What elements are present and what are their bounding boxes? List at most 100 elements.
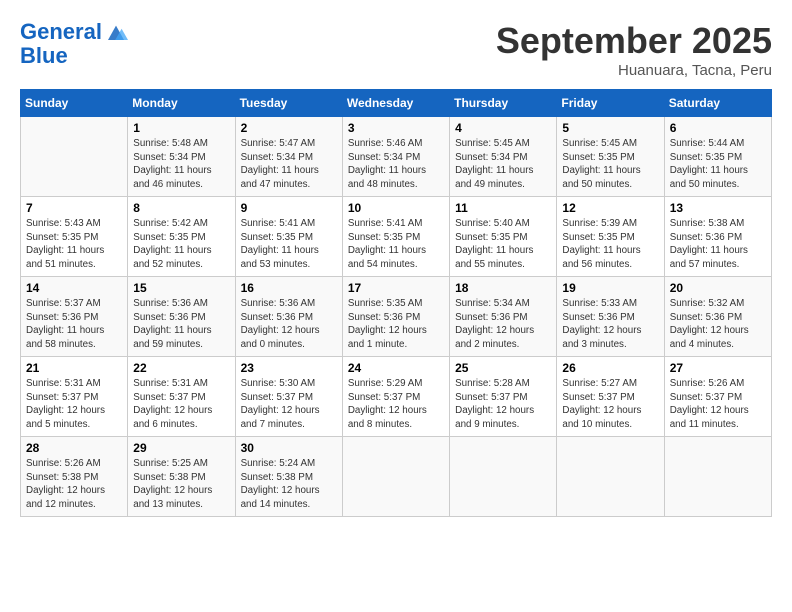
title-block: September 2025 Huanuara, Tacna, Peru	[496, 20, 772, 79]
day-number: 30	[241, 441, 337, 455]
day-info: Sunrise: 5:36 AMSunset: 5:36 PMDaylight:…	[241, 297, 337, 352]
day-number: 28	[26, 441, 122, 455]
calendar-cell: 28 Sunrise: 5:26 AMSunset: 5:38 PMDayligh…	[21, 437, 128, 517]
days-of-week-header: SundayMondayTuesdayWednesdayThursdayFrid…	[21, 90, 772, 117]
calendar-cell: 10 Sunrise: 5:41 AMSunset: 5:35 PMDayligh…	[342, 197, 449, 277]
day-info: Sunrise: 5:26 AMSunset: 5:38 PMDaylight:…	[26, 457, 122, 512]
day-info: Sunrise: 5:32 AMSunset: 5:36 PMDaylight:…	[670, 297, 766, 352]
day-number: 25	[455, 361, 551, 375]
day-info: Sunrise: 5:46 AMSunset: 5:34 PMDaylight:…	[348, 137, 444, 192]
day-info: Sunrise: 5:48 AMSunset: 5:34 PMDaylight:…	[133, 137, 229, 192]
day-info: Sunrise: 5:44 AMSunset: 5:35 PMDaylight:…	[670, 137, 766, 192]
logo-blue-text: Blue	[20, 44, 128, 68]
calendar-cell: 27 Sunrise: 5:26 AMSunset: 5:37 PMDayligh…	[664, 357, 771, 437]
calendar-cell: 29Sunrise: 5:25 AMSunset: 5:38 PMDayligh…	[128, 437, 235, 517]
day-number: 1	[133, 121, 229, 135]
calendar-cell: 7 Sunrise: 5:43 AMSunset: 5:35 PMDaylight…	[21, 197, 128, 277]
calendar-cell: 30 Sunrise: 5:24 AMSunset: 5:38 PMDayligh…	[235, 437, 342, 517]
day-info: Sunrise: 5:37 AMSunset: 5:36 PMDaylight:…	[26, 297, 122, 352]
day-info: Sunrise: 5:31 AMSunset: 5:37 PMDaylight:…	[26, 377, 122, 432]
dow-friday: Friday	[557, 90, 664, 117]
day-info: Sunrise: 5:27 AMSunset: 5:37 PMDaylight:…	[562, 377, 658, 432]
day-info: Sunrise: 5:42 AMSunset: 5:35 PMDaylight:…	[133, 217, 229, 272]
calendar-cell: 1 Sunrise: 5:48 AMSunset: 5:34 PMDaylight…	[128, 117, 235, 197]
day-number: 7	[26, 201, 122, 215]
day-number: 3	[348, 121, 444, 135]
day-info: Sunrise: 5:45 AMSunset: 5:34 PMDaylight:…	[455, 137, 551, 192]
calendar-cell: 8 Sunrise: 5:42 AMSunset: 5:35 PMDaylight…	[128, 197, 235, 277]
day-number: 5	[562, 121, 658, 135]
day-number: 8	[133, 201, 229, 215]
day-number: 14	[26, 281, 122, 295]
dow-saturday: Saturday	[664, 90, 771, 117]
day-number: 10	[348, 201, 444, 215]
calendar-cell: 4 Sunrise: 5:45 AMSunset: 5:34 PMDaylight…	[450, 117, 557, 197]
calendar-cell: 11 Sunrise: 5:40 AMSunset: 5:35 PMDayligh…	[450, 197, 557, 277]
day-info: Sunrise: 5:41 AMSunset: 5:35 PMDaylight:…	[348, 217, 444, 272]
calendar-cell: 3 Sunrise: 5:46 AMSunset: 5:34 PMDaylight…	[342, 117, 449, 197]
day-info: Sunrise: 5:28 AMSunset: 5:37 PMDaylight:…	[455, 377, 551, 432]
day-info: Sunrise: 5:38 AMSunset: 5:36 PMDaylight:…	[670, 217, 766, 272]
calendar-cell: 13 Sunrise: 5:38 AMSunset: 5:36 PMDayligh…	[664, 197, 771, 277]
day-info: Sunrise: 5:39 AMSunset: 5:35 PMDaylight:…	[562, 217, 658, 272]
day-info: Sunrise: 5:26 AMSunset: 5:37 PMDaylight:…	[670, 377, 766, 432]
day-number: 19	[562, 281, 658, 295]
day-number: 15	[133, 281, 229, 295]
calendar-cell: 2 Sunrise: 5:47 AMSunset: 5:34 PMDaylight…	[235, 117, 342, 197]
calendar-body: 1 Sunrise: 5:48 AMSunset: 5:34 PMDaylight…	[21, 117, 772, 517]
dow-wednesday: Wednesday	[342, 90, 449, 117]
day-info: Sunrise: 5:43 AMSunset: 5:35 PMDaylight:…	[26, 217, 122, 272]
calendar-cell	[21, 117, 128, 197]
day-info: Sunrise: 5:25 AMSunset: 5:38 PMDaylight:…	[133, 457, 229, 512]
day-number: 16	[241, 281, 337, 295]
calendar-week-4: 21 Sunrise: 5:31 AMSunset: 5:37 PMDayligh…	[21, 357, 772, 437]
day-number: 6	[670, 121, 766, 135]
day-number: 22	[133, 361, 229, 375]
calendar-cell: 25 Sunrise: 5:28 AMSunset: 5:37 PMDayligh…	[450, 357, 557, 437]
day-info: Sunrise: 5:41 AMSunset: 5:35 PMDaylight:…	[241, 217, 337, 272]
day-info: Sunrise: 5:31 AMSunset: 5:37 PMDaylight:…	[133, 377, 229, 432]
calendar-week-3: 14 Sunrise: 5:37 AMSunset: 5:36 PMDayligh…	[21, 277, 772, 357]
location: Huanuara, Tacna, Peru	[496, 62, 772, 79]
calendar-cell	[664, 437, 771, 517]
day-number: 2	[241, 121, 337, 135]
page-header: General Blue September 2025 Huanuara, Ta…	[20, 20, 772, 79]
calendar-cell: 19 Sunrise: 5:33 AMSunset: 5:36 PMDayligh…	[557, 277, 664, 357]
dow-thursday: Thursday	[450, 90, 557, 117]
day-number: 26	[562, 361, 658, 375]
calendar-cell: 26 Sunrise: 5:27 AMSunset: 5:37 PMDayligh…	[557, 357, 664, 437]
calendar-cell: 12Sunrise: 5:39 AMSunset: 5:35 PMDayligh…	[557, 197, 664, 277]
day-info: Sunrise: 5:45 AMSunset: 5:35 PMDaylight:…	[562, 137, 658, 192]
day-number: 23	[241, 361, 337, 375]
calendar-cell: 21 Sunrise: 5:31 AMSunset: 5:37 PMDayligh…	[21, 357, 128, 437]
calendar-cell	[342, 437, 449, 517]
day-number: 13	[670, 201, 766, 215]
day-info: Sunrise: 5:24 AMSunset: 5:38 PMDaylight:…	[241, 457, 337, 512]
calendar-week-2: 7 Sunrise: 5:43 AMSunset: 5:35 PMDaylight…	[21, 197, 772, 277]
day-info: Sunrise: 5:33 AMSunset: 5:36 PMDaylight:…	[562, 297, 658, 352]
day-info: Sunrise: 5:47 AMSunset: 5:34 PMDaylight:…	[241, 137, 337, 192]
calendar-week-5: 28 Sunrise: 5:26 AMSunset: 5:38 PMDayligh…	[21, 437, 772, 517]
day-info: Sunrise: 5:35 AMSunset: 5:36 PMDaylight:…	[348, 297, 444, 352]
calendar-cell: 18Sunrise: 5:34 AMSunset: 5:36 PMDayligh…	[450, 277, 557, 357]
day-number: 20	[670, 281, 766, 295]
day-info: Sunrise: 5:40 AMSunset: 5:35 PMDaylight:…	[455, 217, 551, 272]
calendar-cell: 17Sunrise: 5:35 AMSunset: 5:36 PMDayligh…	[342, 277, 449, 357]
calendar-cell: 15Sunrise: 5:36 AMSunset: 5:36 PMDayligh…	[128, 277, 235, 357]
day-number: 9	[241, 201, 337, 215]
calendar-cell	[450, 437, 557, 517]
calendar-week-1: 1 Sunrise: 5:48 AMSunset: 5:34 PMDaylight…	[21, 117, 772, 197]
day-number: 11	[455, 201, 551, 215]
day-number: 21	[26, 361, 122, 375]
month-title: September 2025	[496, 20, 772, 62]
calendar-cell: 9 Sunrise: 5:41 AMSunset: 5:35 PMDaylight…	[235, 197, 342, 277]
logo-text: General	[20, 20, 102, 44]
calendar-cell	[557, 437, 664, 517]
calendar-cell: 24Sunrise: 5:29 AMSunset: 5:37 PMDayligh…	[342, 357, 449, 437]
day-number: 4	[455, 121, 551, 135]
day-number: 27	[670, 361, 766, 375]
logo: General Blue	[20, 20, 128, 68]
calendar-cell: 5 Sunrise: 5:45 AMSunset: 5:35 PMDaylight…	[557, 117, 664, 197]
day-info: Sunrise: 5:34 AMSunset: 5:36 PMDaylight:…	[455, 297, 551, 352]
dow-monday: Monday	[128, 90, 235, 117]
